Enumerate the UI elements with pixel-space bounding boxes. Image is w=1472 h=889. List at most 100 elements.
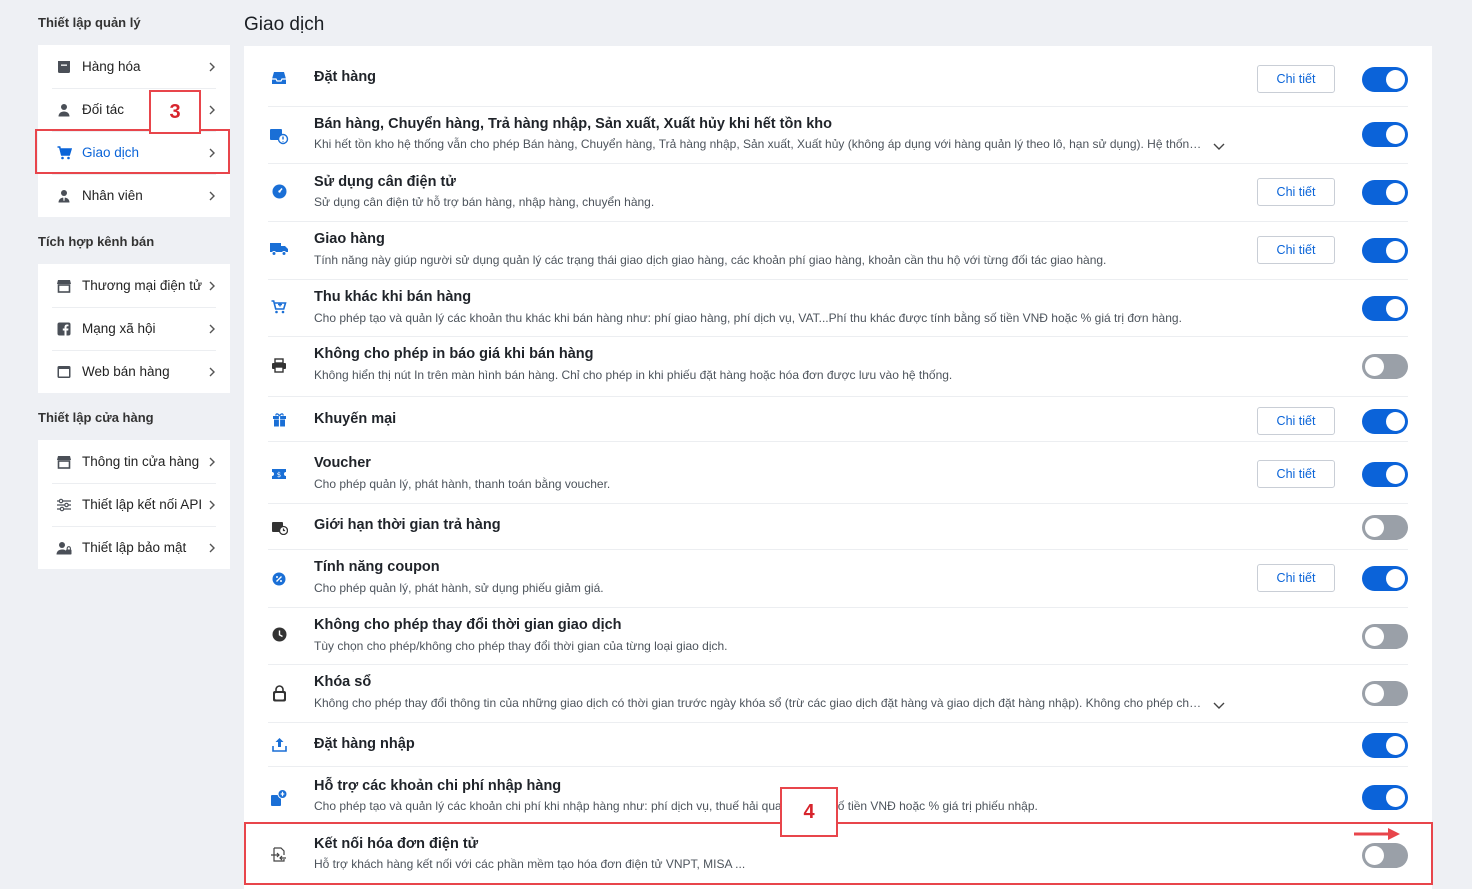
setting-description: Cho phép quản lý, phát hành, sử dụng phi… [314,581,604,595]
highlight-box-step-4-left [244,822,433,885]
printer-icon [268,354,290,376]
setting-toggle[interactable] [1362,354,1408,379]
detail-button[interactable]: Chi tiết [1257,178,1335,206]
sidebar-group-store-settings: Thông tin cửa hàng Thiết lập kết nối API… [38,440,230,569]
cart-plus-icon [268,295,290,317]
sidebar-section-title: Thiết lập quản lý [38,15,141,30]
setting-title: Voucher [314,455,371,471]
lock-icon [268,682,290,704]
sidebar-item-label: Nhân viên [82,188,143,203]
chevron-down-icon[interactable] [1212,139,1226,153]
setting-toggle[interactable] [1362,180,1408,205]
clock-icon [268,623,290,645]
sidebar-item-label: Hàng hóa [82,59,141,74]
chevron-right-icon [209,543,215,552]
truck-icon [268,238,290,260]
sliders-icon [56,497,72,513]
setting-toggle[interactable] [1362,624,1408,649]
setting-toggle[interactable] [1362,67,1408,92]
step-3-label: 3 [149,90,201,134]
return-time-icon [268,516,290,538]
sidebar-group-sales-channels: Thương mại điện tử Mạng xã hội Web bán h… [38,264,230,393]
security-user-icon [56,540,72,556]
setting-title: Hỗ trợ các khoản chi phí nhập hàng [314,778,562,794]
setting-toggle[interactable] [1362,122,1408,147]
chevron-right-icon [209,457,215,466]
chevron-right-icon [209,500,215,509]
stock-alert-icon [268,125,290,147]
setting-title: Đặt hàng [314,69,377,85]
voucher-icon: $ [268,463,290,485]
setting-title: Không cho phép thay đổi thời gian giao d… [314,617,622,633]
coupon-icon [268,568,290,590]
setting-row-chi-phi-nhap-hang: Hỗ trợ các khoản chi phí nhập hàng Cho p… [268,767,1408,823]
sidebar-item-label: Thiết lập bảo mật [82,540,187,555]
sidebar-item-hang-hoa[interactable]: Hàng hóa [38,45,230,88]
setting-description: Sử dụng cân điện tử hỗ trợ bán hàng, nhậ… [314,195,655,209]
setting-title: Giao hàng [314,231,385,247]
setting-title: Không cho phép in báo giá khi bán hàng [314,346,594,362]
web-icon [56,364,72,380]
setting-row-voucher: $ Voucher Cho phép quản lý, phát hành, t… [268,442,1408,504]
highlight-box-step-3 [35,129,230,174]
setting-title: Bán hàng, Chuyển hàng, Trả hàng nhập, Sả… [314,116,833,132]
inbox-icon [268,67,290,89]
setting-description: Cho phép quản lý, phát hành, thanh toán … [314,477,611,491]
setting-description: Cho phép tạo và quản lý các khoản chi ph… [314,799,1038,813]
facebook-icon [56,321,72,337]
setting-row-giao-hang: Giao hàng Tính năng này giúp người sử dụ… [268,222,1408,280]
sidebar-item-thong-tin-cua-hang[interactable]: Thông tin cửa hàng [38,440,230,483]
sidebar-item-bao-mat[interactable]: Thiết lập bảo mật [38,526,230,569]
sidebar-item-mang-xa-hoi[interactable]: Mạng xã hội [38,307,230,350]
import-cost-icon [268,787,290,809]
chevron-right-icon [209,324,215,333]
setting-toggle[interactable] [1362,409,1408,434]
sidebar-item-thuong-mai-dien-tu[interactable]: Thương mại điện tử [38,264,230,307]
chevron-right-icon [209,191,215,200]
arrow-right-icon [1354,828,1400,840]
setting-toggle[interactable] [1362,515,1408,540]
sidebar-section-title: Tích hợp kênh bán [38,234,155,249]
detail-button[interactable]: Chi tiết [1257,65,1335,93]
setting-description: Tính năng này giúp người sử dụng quản lý… [314,253,1107,267]
box-icon [56,59,72,75]
detail-button[interactable]: Chi tiết [1257,460,1335,488]
setting-row-gioi-han-tra-hang: Giới hạn thời gian trả hàng [268,504,1408,550]
setting-description: Cho phép tạo và quản lý các khoản thu kh… [314,311,1182,325]
setting-title: Sử dụng cân điện tử [314,174,456,190]
sidebar-item-label: Thiết lập kết nối API [82,497,203,512]
setting-description: Không hiển thị nút In trên màn hình bán … [314,368,953,382]
sidebar-item-nhan-vien[interactable]: Nhân viên [38,174,230,217]
setting-description: Khi hết tồn kho hệ thống vẫn cho phép Bá… [314,137,1206,151]
setting-row-khuyen-mai: Khuyến mại Chi tiết [268,397,1408,442]
chevron-right-icon [209,105,215,114]
chevron-down-icon[interactable] [1212,698,1226,712]
chevron-right-icon [209,367,215,376]
highlight-box-step-4 [432,822,1433,885]
chevron-right-icon [209,62,215,71]
setting-toggle[interactable] [1362,733,1408,758]
settings-panel: Đặt hàng Chi tiết Bán hàng, Chuyển hàng,… [244,46,1432,889]
sidebar-item-label: Mạng xã hội [82,321,156,336]
page-title: Giao dịch [244,14,325,35]
sidebar-item-web-ban-hang[interactable]: Web bán hàng [38,350,230,393]
scale-icon [268,180,290,202]
setting-toggle[interactable] [1362,238,1408,263]
detail-button[interactable]: Chi tiết [1257,236,1335,264]
setting-toggle[interactable] [1362,785,1408,810]
setting-toggle[interactable] [1362,681,1408,706]
setting-row-khoa-so: Khóa sổ Không cho phép thay đổi thông ti… [268,665,1408,723]
sidebar-item-doi-tac[interactable]: Đối tác [38,88,230,131]
setting-row-can-dien-tu: Sử dụng cân điện tử Sử dụng cân điện tử … [268,164,1408,222]
step-4-label: 4 [780,787,838,837]
setting-toggle[interactable] [1362,296,1408,321]
sidebar-item-ket-noi-api[interactable]: Thiết lập kết nối API [38,483,230,526]
setting-row-dat-hang-nhap: Đặt hàng nhập [268,723,1408,767]
setting-toggle[interactable] [1362,566,1408,591]
detail-button[interactable]: Chi tiết [1257,564,1335,592]
svg-text:$: $ [277,471,281,479]
user-icon [56,102,72,118]
detail-button[interactable]: Chi tiết [1257,407,1335,435]
setting-toggle[interactable] [1362,462,1408,487]
chevron-right-icon [209,281,215,290]
